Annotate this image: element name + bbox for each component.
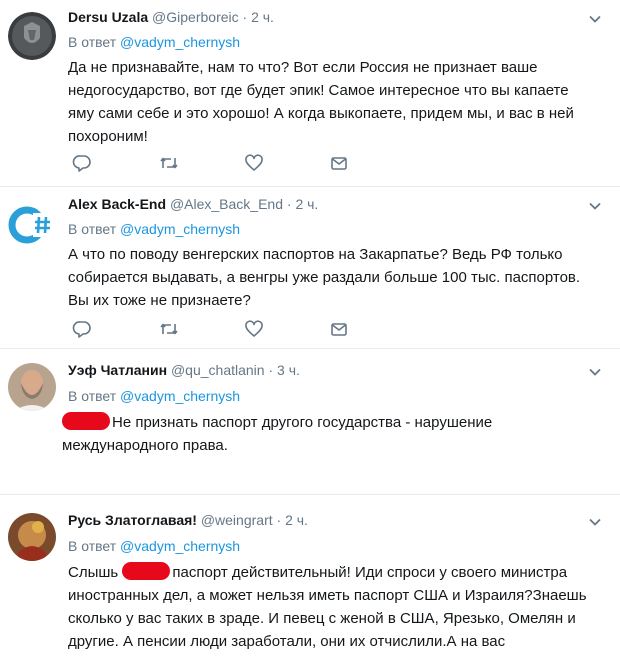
tweet[interactable]: Уэф Чатланин @qu_chatlanin · 3 ч. В отве… [0,349,620,495]
tweet-text: Не признать паспорт другого государства … [62,411,582,457]
separator-dot: · [242,9,248,25]
reply-context: В ответ @vadym_chernysh [68,33,240,51]
tweet-header: Alex Back-End @Alex_Back_End · 2 ч. [68,195,318,213]
reply-mention-link[interactable]: @vadym_chernysh [120,388,240,404]
tweet-time[interactable]: 2 ч. [251,9,274,25]
avatar[interactable] [8,513,56,561]
author-handle[interactable]: @qu_chatlanin [171,362,265,378]
tweet[interactable]: Alex Back-End @Alex_Back_End · 2 ч. В от… [0,187,620,349]
reply-mention-link[interactable]: @vadym_chernysh [120,221,240,237]
chevron-down-icon[interactable] [588,515,602,529]
tweet-text: Да не признавайте, нам то что? Вот если … [68,59,574,145]
reply-prefix: В ответ [68,538,117,554]
reply-context: В ответ @vadym_chernysh [68,537,240,555]
author-name[interactable]: Русь Златоглавая! [68,512,197,528]
reply-context: В ответ @vadym_chernysh [68,220,240,238]
tweet-header: Уэф Чатланин @qu_chatlanin · 3 ч. [68,361,300,379]
reply-icon[interactable] [72,320,92,338]
separator-dot: · [286,196,292,212]
reply-prefix: В ответ [68,34,117,50]
tweet-text-start: Слышь [68,564,119,581]
retweet-icon[interactable] [159,320,179,338]
tweet-text: А что по поводу венгерских паспортов на … [68,246,581,309]
author-name[interactable]: Dersu Uzala [68,9,148,25]
reply-mention-link[interactable]: @vadym_chernysh [120,34,240,50]
tweet-text: Слышь паспорт действительный! Иди спроси… [68,561,598,653]
redaction-mark [122,562,171,580]
author-name[interactable]: Alex Back-End [68,196,166,212]
avatar[interactable] [8,363,56,411]
author-handle[interactable]: @Giperboreic [152,9,239,25]
tweet-time[interactable]: 2 ч. [295,196,318,212]
separator-dot: · [268,362,274,378]
reply-icon[interactable] [72,154,92,172]
tweet[interactable]: Dersu Uzala @Giperboreic · 2 ч. В ответ … [0,0,620,187]
mail-icon[interactable] [329,154,349,172]
retweet-icon[interactable] [159,154,179,172]
tweet-text-body: Не признать паспорт другого государства … [62,414,493,454]
chevron-down-icon[interactable] [588,199,602,213]
chevron-down-icon[interactable] [588,12,602,26]
author-name[interactable]: Уэф Чатланин [68,362,167,378]
heart-icon[interactable] [244,154,264,172]
avatar[interactable] [8,12,56,60]
reply-context: В ответ @vadym_chernysh [68,387,240,405]
chevron-down-icon[interactable] [588,365,602,379]
author-handle[interactable]: @Alex_Back_End [170,196,283,212]
author-handle[interactable]: @weingrart [201,512,273,528]
tweet-header: Русь Златоглавая! @weingrart · 2 ч. [68,511,308,529]
tweet-time[interactable]: 2 ч. [285,512,308,528]
tweet-time[interactable]: 3 ч. [277,362,300,378]
separator-dot: · [276,512,282,528]
avatar[interactable] [8,199,56,247]
tweet[interactable]: Русь Златоглавая! @weingrart · 2 ч. В от… [0,495,620,664]
reply-prefix: В ответ [68,221,117,237]
reply-prefix: В ответ [68,388,117,404]
redaction-mark [62,412,110,430]
mail-icon[interactable] [329,320,349,338]
tweet-header: Dersu Uzala @Giperboreic · 2 ч. [68,8,274,26]
heart-icon[interactable] [244,320,264,338]
reply-mention-link[interactable]: @vadym_chernysh [120,538,240,554]
